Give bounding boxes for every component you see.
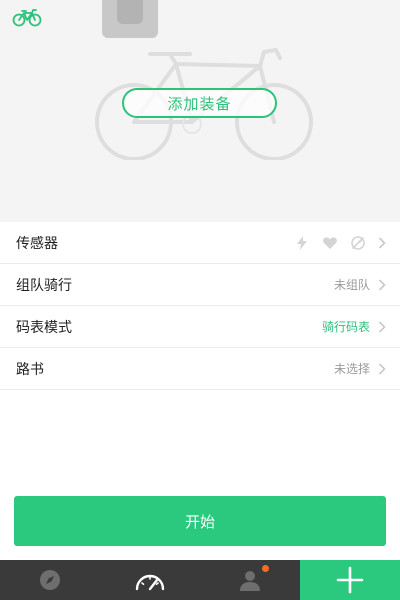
notification-badge bbox=[262, 565, 269, 572]
lightning-icon bbox=[297, 235, 307, 250]
computer-mode-row[interactable]: 码表模式 骑行码表 bbox=[0, 306, 400, 348]
ride-settings-list: 传感器 组队骑行 未组队 码表模式 骑行码表 路书 未选择 bbox=[0, 222, 400, 390]
route-book-value: 未选择 bbox=[333, 362, 370, 376]
group-ride-label: 组队骑行 bbox=[16, 277, 72, 294]
add-gear-button[interactable]: 添加装备 bbox=[122, 88, 277, 118]
computer-mode-label: 码表模式 bbox=[16, 319, 72, 336]
group-ride-value: 未组队 bbox=[333, 278, 370, 292]
chevron-right-icon bbox=[378, 320, 386, 333]
speedometer-icon bbox=[135, 574, 165, 591]
gear-photo-placeholder[interactable] bbox=[102, 0, 158, 38]
route-book-label: 路书 bbox=[16, 361, 44, 378]
heart-icon bbox=[323, 236, 337, 249]
cadence-icon bbox=[351, 235, 365, 250]
chevron-right-icon bbox=[378, 362, 386, 375]
sensor-row[interactable]: 传感器 bbox=[0, 222, 400, 264]
sensor-status-icons bbox=[294, 235, 366, 251]
route-book-row[interactable]: 路书 未选择 bbox=[0, 348, 400, 390]
camera-icon bbox=[117, 0, 143, 24]
chevron-right-icon bbox=[378, 278, 386, 291]
profile-icon bbox=[240, 571, 260, 591]
chevron-right-icon bbox=[378, 236, 386, 249]
start-button[interactable]: 开始 bbox=[14, 496, 386, 546]
gear-hero: 添加装备 bbox=[0, 0, 400, 222]
tab-profile[interactable] bbox=[200, 560, 300, 600]
bicycle-icon[interactable] bbox=[12, 9, 42, 27]
tab-add[interactable] bbox=[300, 560, 400, 600]
tab-ride[interactable] bbox=[100, 560, 200, 600]
compass-icon bbox=[40, 570, 60, 590]
tab-explore[interactable] bbox=[0, 560, 100, 600]
sensor-label: 传感器 bbox=[16, 235, 58, 252]
bottom-tab-bar bbox=[0, 560, 400, 600]
computer-mode-value: 骑行码表 bbox=[321, 320, 370, 334]
plus-icon bbox=[336, 566, 364, 594]
group-ride-row[interactable]: 组队骑行 未组队 bbox=[0, 264, 400, 306]
